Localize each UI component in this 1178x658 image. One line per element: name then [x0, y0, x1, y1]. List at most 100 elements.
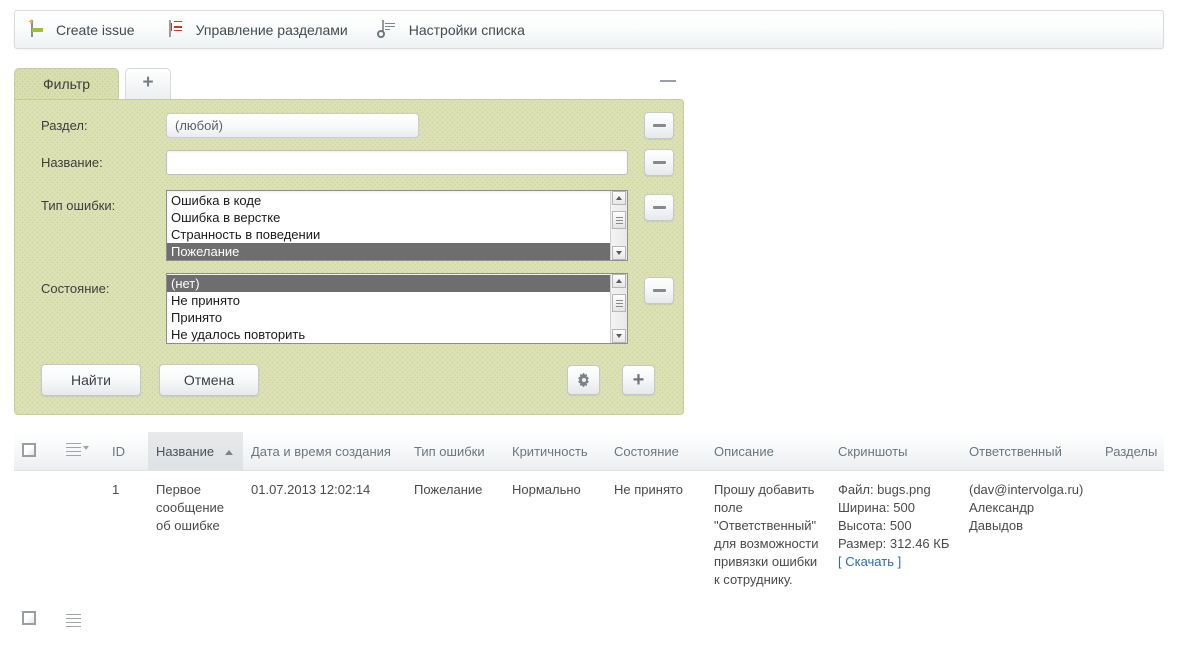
- cell-assignee: (dav@intervolga.ru) Александр Давыдов: [961, 470, 1097, 599]
- filter-label-name: Название:: [41, 155, 103, 170]
- filter-row-section: Раздел: (любой): [15, 112, 683, 139]
- cell-sections: [1097, 470, 1164, 599]
- download-link[interactable]: [ Скачать ]: [838, 553, 953, 571]
- issues-table: ID Название Дата и время создания Тип ош…: [14, 432, 1164, 645]
- list-item[interactable]: Ошибка в коде: [167, 192, 610, 209]
- section-select-value: (любой): [175, 118, 223, 133]
- list-item[interactable]: Не удалось повторить: [167, 326, 610, 343]
- list-item-selected[interactable]: Пожелание: [167, 243, 610, 260]
- remove-field-error-type-button[interactable]: [644, 194, 674, 221]
- screenshot-width: Ширина: 500: [838, 500, 915, 515]
- cell-error-type: Пожелание: [406, 470, 504, 599]
- assignee-email: (dav@intervolga.ru): [969, 482, 1084, 497]
- table-row: 1 Первое сообщение об ошибке 01.07.2013 …: [14, 470, 1164, 599]
- error-type-scrollbar[interactable]: [610, 191, 627, 260]
- column-name[interactable]: Название: [148, 432, 243, 471]
- tab-add-filter[interactable]: +: [125, 68, 171, 99]
- sort-ascending-icon: [224, 449, 233, 455]
- list-item[interactable]: Принято: [167, 309, 610, 326]
- scrollbar-thumb[interactable]: [612, 211, 626, 229]
- filter-panel: Фильтр + Раздел: (любой) Название: Тип о…: [14, 66, 684, 415]
- column-created[interactable]: Дата и время создания: [243, 432, 406, 471]
- filter-row-error-type: Тип ошибки: Ошибка в коде Ошибка в верст…: [15, 190, 683, 261]
- cell-name: Первое сообщение об ошибке: [148, 470, 243, 599]
- cancel-button[interactable]: Отмена: [159, 364, 259, 396]
- list-item[interactable]: Ошибка в верстке: [167, 209, 610, 226]
- table-header-row: ID Название Дата и время создания Тип ош…: [14, 432, 1164, 471]
- remove-field-section-button[interactable]: [644, 112, 674, 139]
- toolbar-item-create-issue[interactable]: Create issue: [29, 19, 135, 39]
- state-scrollbar[interactable]: [610, 274, 627, 343]
- cell-description: Прошу добавить поле "Ответственный" для …: [706, 470, 830, 599]
- manage-sections-icon: [168, 19, 187, 39]
- filter-tabs: Фильтр +: [14, 66, 684, 99]
- column-screenshots[interactable]: Скриншоты: [830, 432, 961, 471]
- table-footer-row: [14, 599, 1164, 645]
- column-assignee[interactable]: Ответственный: [961, 432, 1097, 471]
- column-sections[interactable]: Разделы: [1097, 432, 1164, 471]
- footer-spacer: [104, 599, 1164, 645]
- toolbar-item-label: Create issue: [56, 21, 135, 38]
- state-options: (нет) Не принято Принято Не удалось повт…: [167, 274, 610, 343]
- error-type-options: Ошибка в коде Ошибка в верстке Странност…: [167, 191, 610, 260]
- cell-screenshots: Файл: bugs.png Ширина: 500 Высота: 500 Р…: [830, 470, 961, 599]
- tab-filter[interactable]: Фильтр: [14, 68, 119, 99]
- filter-row-state: Состояние: (нет) Не принято Принято Не у…: [15, 273, 683, 344]
- toolbar-item-label: Настройки списка: [408, 21, 525, 38]
- state-listbox[interactable]: (нет) Не принято Принято Не удалось повт…: [166, 273, 628, 344]
- gear-icon: [577, 373, 591, 387]
- list-item[interactable]: Не принято: [167, 292, 610, 309]
- remove-field-state-button[interactable]: [644, 277, 674, 304]
- name-input[interactable]: [166, 150, 628, 175]
- filter-label-state: Состояние:: [41, 281, 110, 296]
- screenshot-file: Файл: bugs.png: [838, 482, 931, 497]
- column-name-label: Название: [156, 443, 215, 459]
- toolbar-item-label: Управление разделами: [195, 21, 348, 38]
- tab-filter-label: Фильтр: [42, 76, 91, 92]
- screenshot-height: Высота: 500: [838, 518, 912, 533]
- column-description[interactable]: Описание: [706, 432, 830, 471]
- error-type-listbox[interactable]: Ошибка в коде Ошибка в верстке Странност…: [166, 190, 628, 261]
- scrollbar-thumb[interactable]: [612, 294, 626, 312]
- toolbar-item-manage-sections[interactable]: Управление разделами: [168, 19, 348, 39]
- filter-label-error-type: Тип ошибки:: [41, 198, 116, 213]
- plus-icon: +: [632, 369, 645, 391]
- cell-severity: Нормально: [504, 470, 606, 599]
- scroll-up-icon[interactable]: [612, 191, 626, 205]
- row-actions-cell: [58, 470, 104, 599]
- minimize-icon[interactable]: [660, 80, 676, 82]
- cell-id: 1: [104, 470, 148, 599]
- column-id[interactable]: ID: [104, 432, 148, 471]
- cell-state: Не принято: [606, 470, 706, 599]
- column-error-type[interactable]: Тип ошибки: [406, 432, 504, 471]
- select-all-checkbox-footer[interactable]: [22, 611, 36, 625]
- toolbar-item-list-settings[interactable]: Настройки списка: [376, 19, 525, 39]
- column-severity[interactable]: Критичность: [504, 432, 606, 471]
- scroll-up-icon[interactable]: [612, 274, 626, 288]
- select-all-checkbox[interactable]: [22, 442, 36, 457]
- filter-label-section: Раздел:: [41, 118, 88, 133]
- filter-actions: Найти Отмена +: [15, 364, 683, 396]
- actions-menu-icon-footer[interactable]: [66, 611, 81, 630]
- search-button[interactable]: Найти: [41, 364, 141, 396]
- footer-select-cell: [14, 599, 58, 645]
- scroll-down-icon[interactable]: [612, 246, 626, 260]
- footer-actions-cell: [58, 599, 104, 645]
- section-select[interactable]: (любой): [166, 113, 419, 138]
- column-state[interactable]: Состояние: [606, 432, 706, 471]
- create-issue-icon: [29, 19, 47, 39]
- remove-field-name-button[interactable]: [644, 149, 674, 176]
- assignee-name: Александр Давыдов: [969, 500, 1035, 533]
- column-actions[interactable]: [58, 432, 104, 471]
- actions-menu-icon[interactable]: [66, 440, 89, 459]
- add-condition-button[interactable]: +: [622, 365, 655, 395]
- filter-body: Раздел: (любой) Название: Тип ошибки: Ош…: [14, 99, 684, 415]
- list-item-selected[interactable]: (нет): [167, 275, 610, 292]
- column-select-all[interactable]: [14, 432, 58, 471]
- list-settings-icon: [376, 19, 400, 39]
- list-item[interactable]: Странность в поведении: [167, 226, 610, 243]
- screenshot-size: Размер: 312.46 КБ: [838, 536, 950, 551]
- scroll-down-icon[interactable]: [612, 329, 626, 343]
- filter-settings-button[interactable]: [567, 365, 600, 395]
- row-select-cell: [14, 470, 58, 599]
